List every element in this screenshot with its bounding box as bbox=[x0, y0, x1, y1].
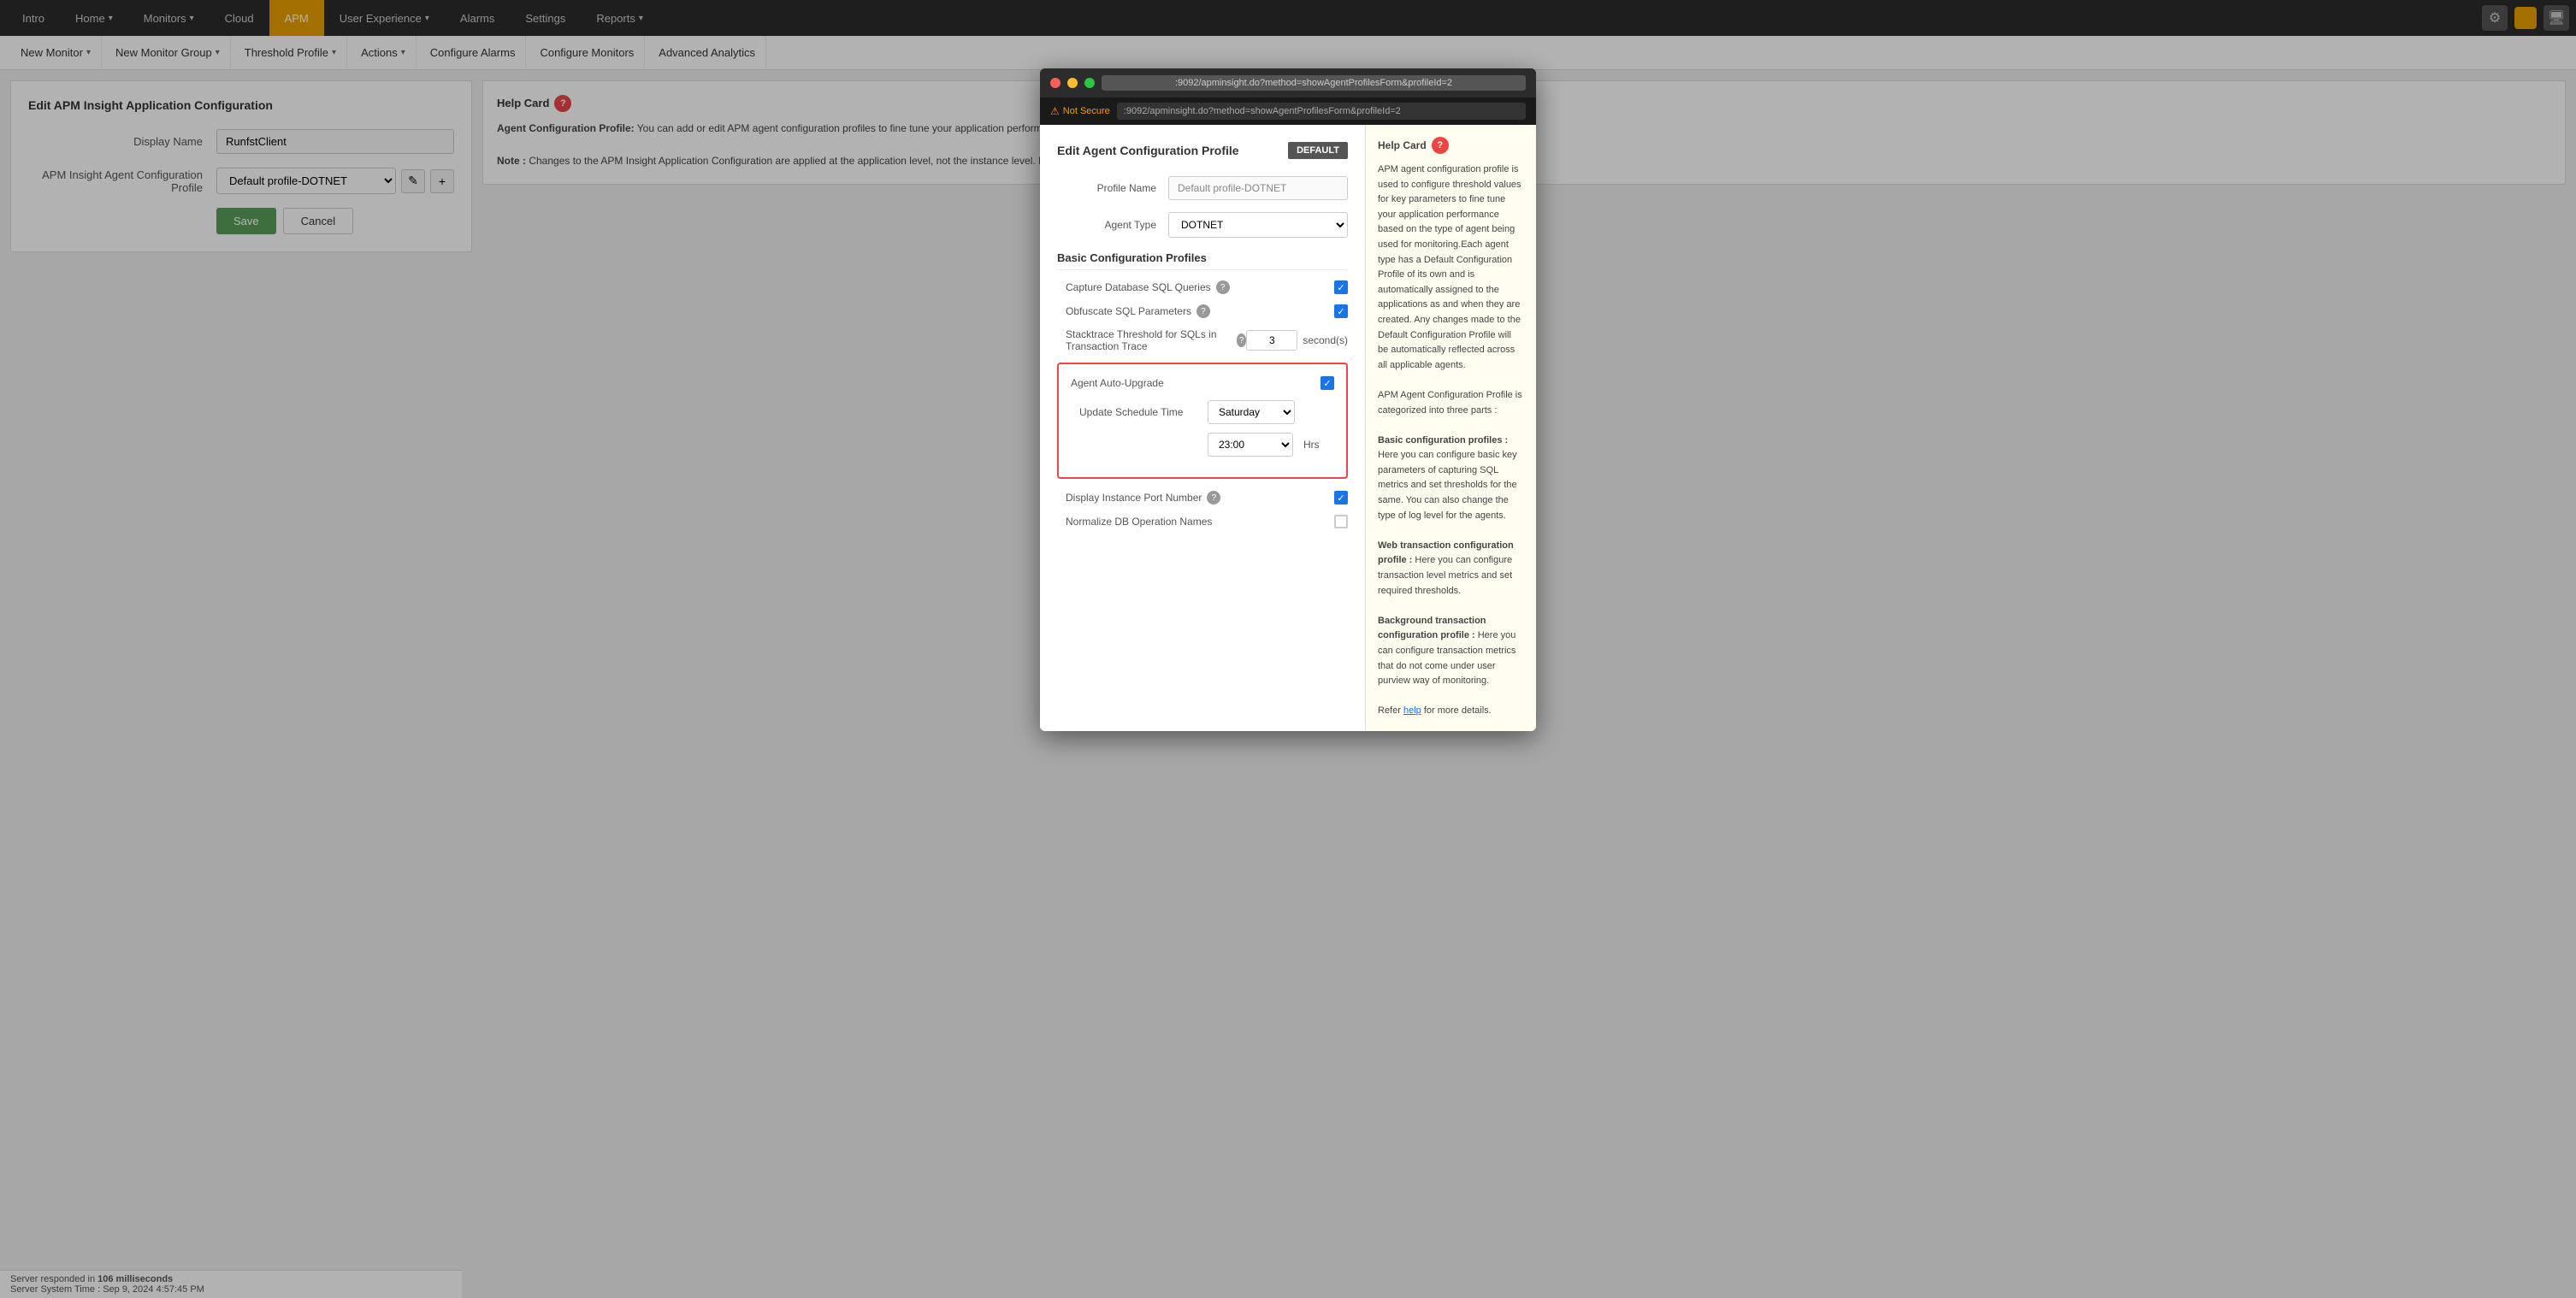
capture-db-help-icon[interactable]: ? bbox=[1216, 280, 1230, 294]
stacktrace-row: Stacktrace Threshold for SQLs in Transac… bbox=[1057, 328, 1348, 352]
basic-text: Here you can configure basic key paramet… bbox=[1378, 450, 1517, 520]
modal-help-card: Help Card ? APM agent configuration prof… bbox=[1365, 125, 1536, 731]
warning-icon: ⚠ bbox=[1050, 105, 1060, 117]
help-link[interactable]: help bbox=[1403, 705, 1421, 716]
agent-type-label: Agent Type bbox=[1057, 219, 1168, 231]
auto-upgrade-row: Agent Auto-Upgrade bbox=[1071, 376, 1334, 390]
modal-titlebar: :9092/apminsight.do?method=showAgentProf… bbox=[1040, 68, 1536, 97]
obfuscate-sql-label: Obfuscate SQL Parameters ? bbox=[1066, 304, 1334, 318]
profile-name-label: Profile Name bbox=[1057, 182, 1168, 194]
display-instance-label: Display Instance Port Number ? bbox=[1066, 491, 1334, 504]
hrs-unit-label: Hrs bbox=[1303, 439, 1320, 451]
schedule-time-selects: 00:0001:0002:00 03:0004:0005:00 06:0007:… bbox=[1208, 433, 1320, 457]
normalize-db-row: Normalize DB Operation Names bbox=[1057, 515, 1348, 528]
normalize-db-label: Normalize DB Operation Names bbox=[1066, 516, 1334, 528]
modal-help-body: APM agent configuration profile is used … bbox=[1378, 162, 1524, 719]
stacktrace-input[interactable] bbox=[1246, 330, 1297, 351]
modal-title-bar: Edit Agent Configuration Profile DEFAULT bbox=[1057, 142, 1348, 159]
modal-main-content: Edit Agent Configuration Profile DEFAULT… bbox=[1040, 125, 1365, 731]
default-badge: DEFAULT bbox=[1288, 142, 1348, 159]
profile-name-input[interactable] bbox=[1168, 176, 1348, 200]
modal-title-text: Edit Agent Configuration Profile bbox=[1057, 144, 1239, 157]
obfuscate-sql-checkbox[interactable] bbox=[1334, 304, 1348, 318]
capture-db-row: Capture Database SQL Queries ? bbox=[1057, 280, 1348, 294]
profile-name-row: Profile Name bbox=[1057, 176, 1348, 200]
modal-address-bar: ⚠ Not Secure :9092/apminsight.do?method=… bbox=[1040, 97, 1536, 125]
capture-db-label: Capture Database SQL Queries ? bbox=[1066, 280, 1334, 294]
modal-title-url: :9092/apminsight.do?method=showAgentProf… bbox=[1102, 75, 1526, 91]
modal-overlay: :9092/apminsight.do?method=showAgentProf… bbox=[0, 0, 2576, 1298]
stacktrace-label: Stacktrace Threshold for SQLs in Transac… bbox=[1066, 328, 1246, 352]
obfuscate-sql-row: Obfuscate SQL Parameters ? bbox=[1057, 304, 1348, 318]
schedule-time-select[interactable]: 00:0001:0002:00 03:0004:0005:00 06:0007:… bbox=[1208, 433, 1293, 457]
display-instance-row: Display Instance Port Number ? bbox=[1057, 491, 1348, 504]
auto-upgrade-label: Agent Auto-Upgrade bbox=[1071, 377, 1320, 389]
update-schedule-label: Update Schedule Time bbox=[1071, 406, 1208, 418]
schedule-time-row: 00:0001:0002:00 03:0004:0005:00 06:0007:… bbox=[1071, 433, 1334, 457]
modal-help-web: Web transaction configuration profile : … bbox=[1378, 539, 1524, 599]
display-instance-help-icon[interactable]: ? bbox=[1207, 491, 1220, 504]
modal-help-categories: APM Agent Configuration Profile is categ… bbox=[1378, 388, 1524, 418]
bg-title: Background transaction configuration pro… bbox=[1378, 616, 1486, 641]
stacktrace-help-icon[interactable]: ? bbox=[1237, 333, 1246, 347]
modal-help-icon: ? bbox=[1432, 137, 1449, 154]
traffic-light-red[interactable] bbox=[1050, 78, 1061, 88]
auto-upgrade-checkbox[interactable] bbox=[1320, 376, 1334, 390]
modal-body: Edit Agent Configuration Profile DEFAULT… bbox=[1040, 125, 1536, 731]
modal-help-bg: Background transaction configuration pro… bbox=[1378, 614, 1524, 689]
obfuscate-sql-help-icon[interactable]: ? bbox=[1196, 304, 1210, 318]
not-secure-text: Not Secure bbox=[1063, 106, 1110, 116]
basic-title: Basic configuration profiles : bbox=[1378, 435, 1508, 445]
display-instance-checkbox[interactable] bbox=[1334, 491, 1348, 504]
traffic-light-yellow[interactable] bbox=[1067, 78, 1078, 88]
modal-help-basic: Basic configuration profiles : Here you … bbox=[1378, 434, 1524, 524]
stacktrace-unit: second(s) bbox=[1303, 334, 1348, 346]
agent-profile-modal: :9092/apminsight.do?method=showAgentProf… bbox=[1040, 68, 1536, 731]
modal-help-refer: Refer help for more details. bbox=[1378, 704, 1524, 719]
schedule-day-select[interactable]: Sunday Monday Tuesday Wednesday Thursday… bbox=[1208, 400, 1295, 424]
agent-type-row: Agent Type DOTNET bbox=[1057, 212, 1348, 238]
capture-db-checkbox[interactable] bbox=[1334, 280, 1348, 294]
basic-config-section-title: Basic Configuration Profiles bbox=[1057, 251, 1348, 270]
modal-help-title-text: Help Card bbox=[1378, 138, 1427, 153]
auto-upgrade-section: Agent Auto-Upgrade Update Schedule Time … bbox=[1057, 363, 1348, 479]
update-schedule-row: Update Schedule Time Sunday Monday Tuesd… bbox=[1071, 400, 1334, 424]
normalize-db-checkbox[interactable] bbox=[1334, 515, 1348, 528]
not-secure-badge: ⚠ Not Secure bbox=[1050, 105, 1110, 117]
schedule-selects: Sunday Monday Tuesday Wednesday Thursday… bbox=[1208, 400, 1295, 424]
modal-address-url: :9092/apminsight.do?method=showAgentProf… bbox=[1117, 103, 1526, 120]
modal-help-title-row: Help Card ? bbox=[1378, 137, 1524, 154]
traffic-light-green[interactable] bbox=[1084, 78, 1095, 88]
agent-type-select[interactable]: DOTNET bbox=[1168, 212, 1348, 238]
modal-help-main-text: APM agent configuration profile is used … bbox=[1378, 162, 1524, 373]
